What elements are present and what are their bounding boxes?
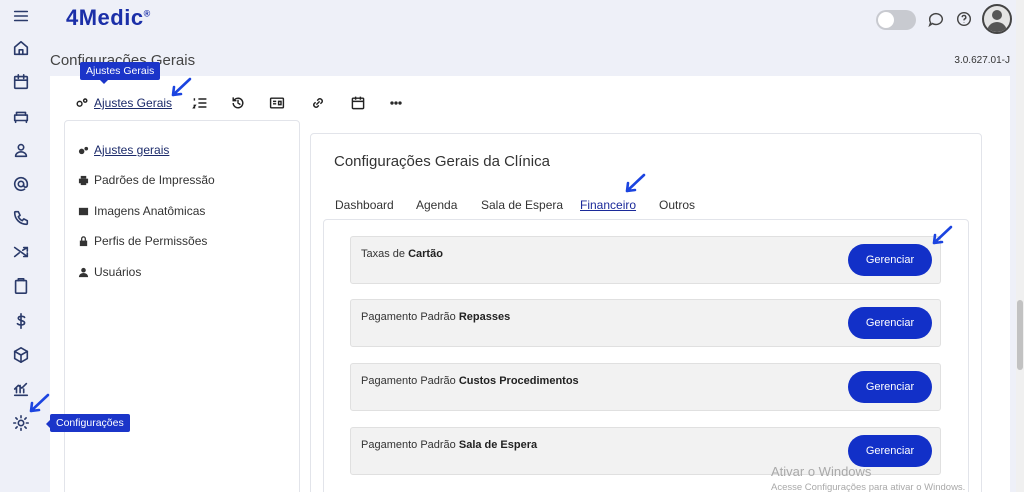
gears-icon [76, 98, 88, 107]
user-icon [78, 267, 89, 277]
home-icon[interactable] [11, 38, 31, 58]
user-avatar[interactable] [982, 4, 1012, 34]
menu-item-label: Imagens Anatômicas [94, 204, 206, 218]
calendar-icon[interactable] [11, 72, 31, 92]
toolbar-ordered-list[interactable] [192, 94, 208, 112]
history-icon [232, 97, 244, 109]
toolbar-id-card[interactable] [269, 94, 285, 112]
annotation-arrow-icon [26, 392, 52, 414]
menu-item-imagens-anatomicas[interactable]: Imagens Anatômicas [78, 204, 205, 218]
row-taxas-cartao: Taxas de Cartão Gerenciar [350, 236, 941, 284]
ordered-list-icon [192, 98, 207, 109]
configuracoes-tooltip: Configurações [46, 414, 130, 432]
theme-toggle[interactable] [876, 10, 916, 30]
printer-icon [78, 175, 89, 185]
row-label: Taxas de Cartão [361, 248, 443, 260]
toolbar-ajustes-gerais[interactable]: Ajustes Gerais [74, 94, 172, 112]
phone-icon[interactable] [11, 208, 31, 228]
annotation-arrow-icon [929, 224, 955, 246]
menu-icon[interactable] [11, 6, 31, 26]
gear-icon[interactable] [11, 413, 31, 433]
chat-icon[interactable] [927, 10, 945, 28]
toolbar-ajustes-label: Ajustes Gerais [94, 96, 173, 110]
annotation-arrow-icon [168, 76, 194, 98]
image-icon [78, 207, 89, 215]
toolbar-link[interactable] [310, 94, 326, 112]
row-label: Pagamento Padrão Custos Procedimentos [361, 375, 579, 387]
tab-outros[interactable]: Outros [659, 198, 695, 212]
version-label: 3.0.627.01-J [954, 55, 1010, 66]
left-rail [0, 0, 42, 492]
waiting-room-icon[interactable] [11, 106, 31, 126]
help-icon[interactable] [955, 10, 973, 28]
scrollbar-thumb[interactable] [1017, 300, 1023, 370]
id-card-icon [269, 97, 285, 109]
tab-sala-de-espera[interactable]: Sala de Espera [481, 198, 563, 212]
row-repasses: Pagamento Padrão Repasses Gerenciar [350, 299, 941, 347]
row-label: Pagamento Padrão Sala de Espera [361, 439, 538, 451]
menu-item-usuarios[interactable]: Usuários [78, 265, 141, 279]
gears-icon [78, 146, 89, 154]
more-icon [390, 101, 402, 105]
patient-icon[interactable] [11, 140, 31, 160]
menu-item-padroes-impressao[interactable]: Padrões de Impressão [78, 173, 215, 187]
windows-activation-title: Ativar o Windows [771, 464, 872, 479]
gerenciar-repasses-button[interactable]: Gerenciar [848, 307, 932, 339]
gerenciar-cartao-button[interactable]: Gerenciar [848, 244, 932, 276]
tab-agenda[interactable]: Agenda [416, 198, 457, 212]
menu-item-label: Usuários [94, 265, 142, 279]
annotation-arrow-icon [622, 172, 648, 194]
tab-financeiro[interactable]: Financeiro [580, 198, 636, 212]
menu-item-label: Ajustes gerais [94, 143, 170, 157]
shuffle-icon[interactable] [11, 242, 31, 262]
toolbar-more[interactable] [388, 94, 404, 112]
section-title: Configurações Gerais da Clínica [334, 153, 550, 170]
clipboard-icon[interactable] [11, 276, 31, 296]
row-label: Pagamento Padrão Repasses [361, 311, 511, 323]
menu-item-label: Perfis de Permissões [94, 234, 208, 248]
dollar-icon[interactable] [11, 311, 31, 331]
ajustes-tooltip: Ajustes Gerais [80, 62, 161, 84]
windows-activation-subtitle: Acesse Configurações para ativar o Windo… [771, 482, 966, 492]
box-icon[interactable] [11, 345, 31, 365]
row-custos-procedimentos: Pagamento Padrão Custos Procedimentos Ge… [350, 363, 941, 411]
toolbar-history[interactable] [230, 94, 246, 112]
gerenciar-sala-espera-button[interactable]: Gerenciar [848, 435, 932, 467]
tab-dashboard[interactable]: Dashboard [335, 198, 394, 212]
at-icon[interactable] [11, 174, 31, 194]
gerenciar-custos-button[interactable]: Gerenciar [848, 371, 932, 403]
calendar-check-icon [351, 96, 365, 110]
lock-icon [79, 235, 88, 246]
menu-item-perfis-permissoes[interactable]: Perfis de Permissões [78, 234, 207, 248]
toolbar-calendar[interactable] [350, 94, 366, 112]
link-icon [313, 98, 323, 108]
page-scrollbar[interactable] [1016, 0, 1024, 492]
menu-item-label: Padrões de Impressão [94, 173, 215, 187]
menu-item-ajustes-gerais[interactable]: Ajustes gerais [78, 143, 169, 157]
app-logo[interactable]: 4Medic® [66, 5, 151, 31]
